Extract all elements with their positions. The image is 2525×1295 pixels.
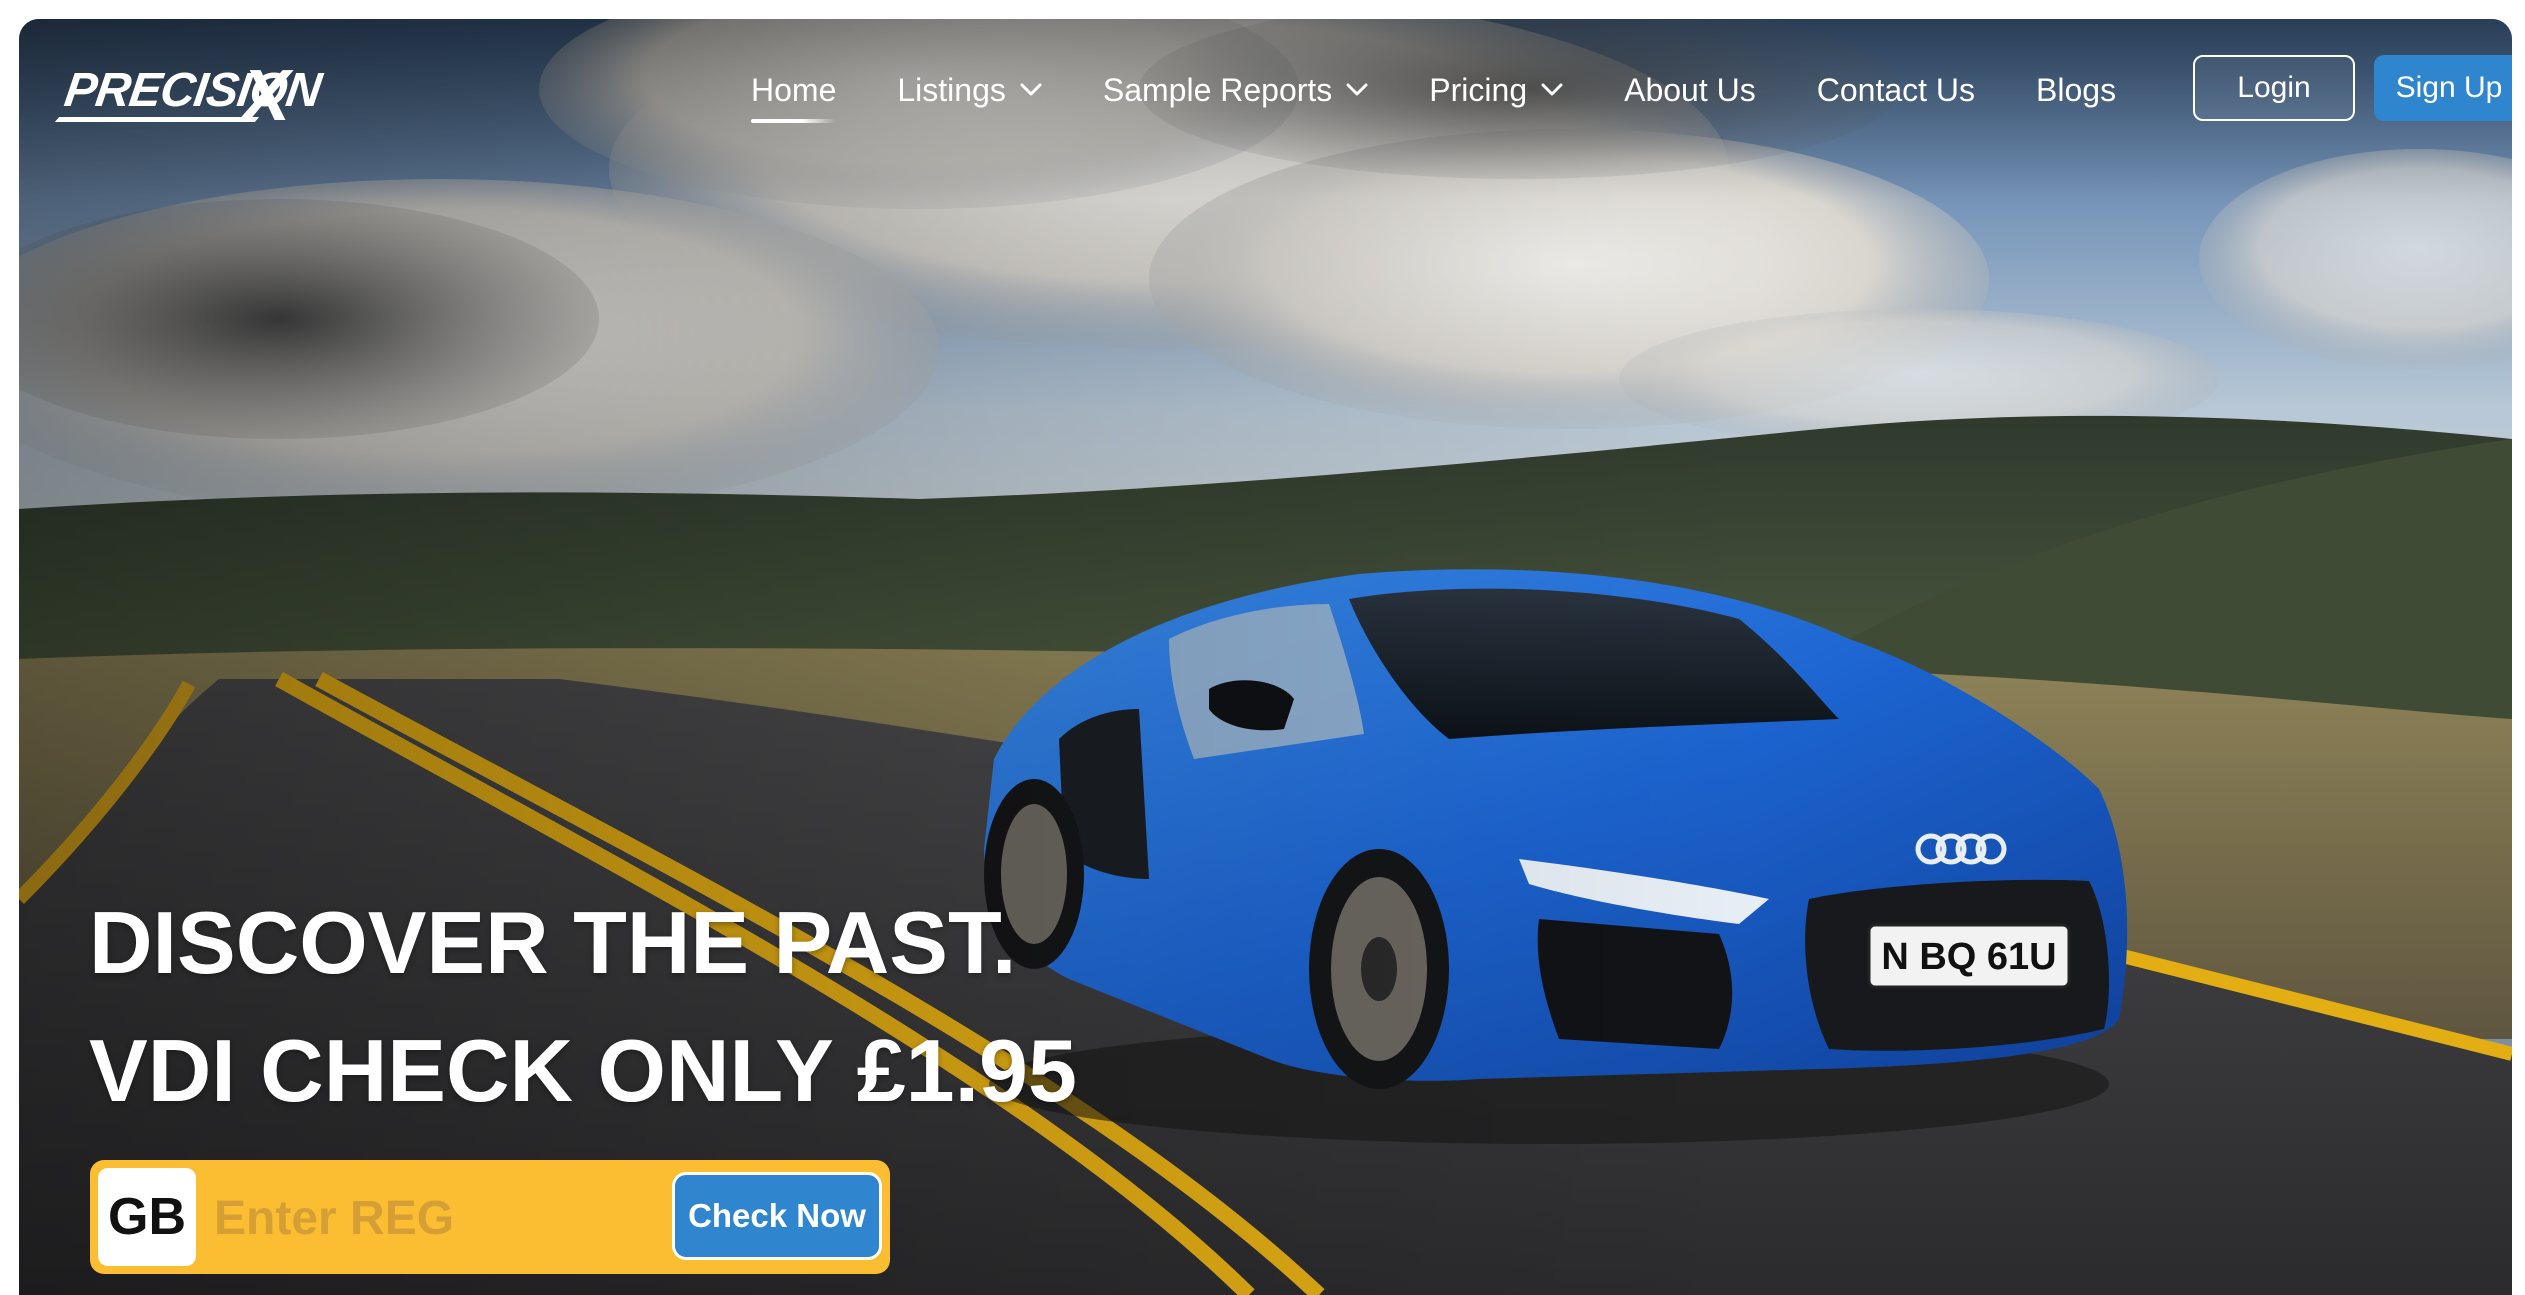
logo-x-mark: X: [242, 56, 291, 136]
country-code-badge: GB: [98, 1168, 196, 1266]
nav-item-label: Listings: [897, 71, 1006, 108]
nav-item-label: Pricing: [1429, 71, 1528, 108]
chevron-down-icon: [1346, 83, 1368, 96]
nav-item-label: Sample Reports: [1102, 71, 1333, 108]
nav-item-label: Blogs: [2036, 71, 2117, 108]
chevron-down-icon: [1020, 83, 1042, 96]
nav-item-label: About Us: [1624, 71, 1756, 108]
nav-item-sample-reports[interactable]: Sample Reports: [1103, 72, 1368, 109]
nav-item-label: Contact Us: [1816, 71, 1976, 108]
hero-headline: DISCOVER THE PAST. VDI CHECK ONLY £1.95: [89, 879, 1077, 1135]
nav-item-contact-us[interactable]: Contact Us: [1817, 72, 1975, 109]
nav-item-about-us[interactable]: About Us: [1624, 72, 1756, 109]
nav-item-listings[interactable]: Listings: [897, 72, 1042, 109]
hero-headline-line-2: VDI CHECK ONLY £1.95: [89, 1021, 1077, 1120]
nav-item-pricing[interactable]: Pricing: [1429, 72, 1563, 109]
nav-item-label: Home: [751, 71, 837, 108]
chevron-down-icon: [1541, 83, 1563, 96]
signup-button[interactable]: Sign Up: [2374, 55, 2512, 121]
nav-item-blogs[interactable]: Blogs: [2036, 72, 2116, 109]
hero-headline-line-1: DISCOVER THE PAST.: [89, 893, 1017, 992]
check-now-button[interactable]: Check Now: [672, 1172, 882, 1260]
login-button[interactable]: Login: [2193, 55, 2355, 121]
main-nav: Home Listings Sample Reports Pricing Abo…: [751, 67, 2116, 123]
brand-logo[interactable]: PRECISION X: [54, 51, 327, 136]
hero-banner: N BQ 61U PRECISION X Home Listings Sampl…: [19, 19, 2512, 1295]
nav-item-home[interactable]: Home: [751, 71, 837, 123]
reg-search-box: GB Check Now: [90, 1160, 890, 1274]
logo-underline: [54, 117, 260, 122]
reg-input[interactable]: [212, 1174, 646, 1262]
